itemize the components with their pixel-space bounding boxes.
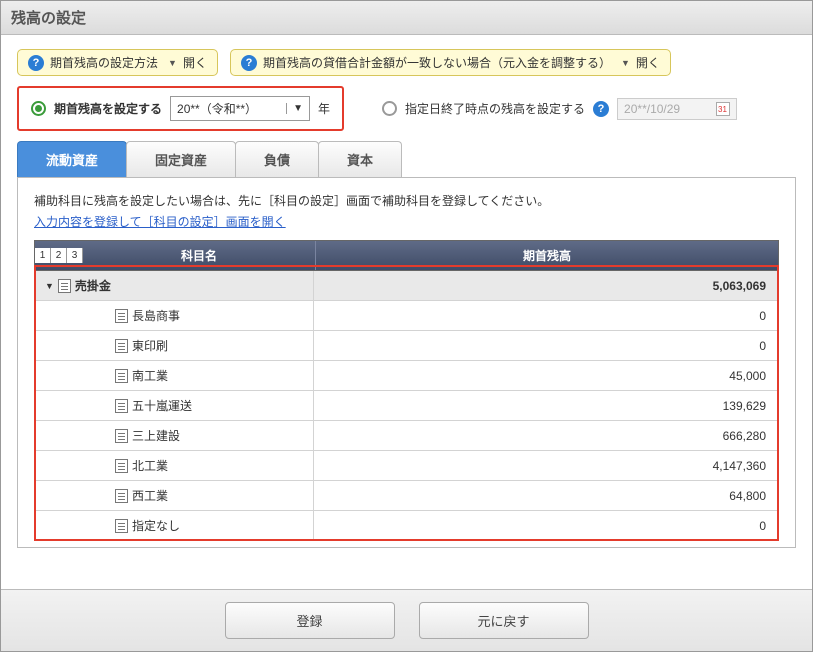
help-icon[interactable]: ? (593, 101, 609, 117)
account-icon (115, 459, 128, 473)
year-suffix: 年 (318, 100, 330, 117)
header-name: 科目名 (83, 241, 315, 270)
row-name: 売掛金 (75, 277, 111, 294)
row-name: 指定なし (132, 517, 180, 534)
option-label: 期首残高を設定する (54, 100, 162, 117)
row-value[interactable]: 139,629 (314, 393, 778, 419)
account-icon (115, 339, 128, 353)
row-name: 三上建設 (132, 427, 180, 444)
table-row[interactable]: 三上建設 666,280 (35, 421, 778, 451)
option-opening-balance[interactable]: 期首残高を設定する 20**（令和**） ▼ 年 (17, 86, 344, 131)
tab-liabilities[interactable]: 負債 (235, 141, 319, 177)
chevron-down-icon: ▼ (168, 58, 177, 68)
table-row[interactable]: 北工業 4,147,360 (35, 451, 778, 481)
table-row[interactable]: 東印刷 0 (35, 331, 778, 361)
tab-current-assets[interactable]: 流動資産 (17, 141, 127, 177)
radio-checked-icon[interactable] (31, 101, 46, 116)
help-pill-setup[interactable]: ? 期首残高の設定方法 ▼ 開く (17, 49, 218, 76)
save-button[interactable]: 登録 (225, 602, 395, 639)
account-icon (115, 399, 128, 413)
row-name: 南工業 (132, 367, 168, 384)
level-1[interactable]: 1 (35, 248, 51, 263)
chevron-down-icon: ▼ (621, 58, 630, 68)
account-icon (115, 309, 128, 323)
calendar-icon (716, 102, 730, 116)
footer: 登録 元に戻す (1, 589, 812, 651)
option-specified-date[interactable]: 指定日終了時点の残高を設定する ? 20**/10/29 (370, 90, 749, 128)
table-row[interactable]: 長島商事 0 (35, 301, 778, 331)
row-value[interactable]: 4,147,360 (314, 453, 778, 479)
radio-unchecked-icon[interactable] (382, 101, 397, 116)
table-row[interactable]: 指定なし 0 (35, 511, 778, 540)
table-row[interactable]: 五十嵐運送 139,629 (35, 391, 778, 421)
row-value[interactable]: 45,000 (314, 363, 778, 389)
row-name: 長島商事 (132, 307, 180, 324)
help-open-label: 開く (183, 54, 207, 71)
account-icon (115, 519, 128, 533)
tab-fixed-assets[interactable]: 固定資産 (126, 141, 236, 177)
level-buttons[interactable]: 1 2 3 (35, 248, 83, 263)
date-field-disabled: 20**/10/29 (617, 98, 737, 120)
help-pill-label: 期首残高の貸借合計金額が一致しない場合（元入金を調整する） (263, 54, 611, 71)
row-value[interactable]: 666,280 (314, 423, 778, 449)
table-row[interactable]: 南工業 45,000 (35, 361, 778, 391)
level-3[interactable]: 3 (67, 248, 83, 263)
tab-capital[interactable]: 資本 (318, 141, 402, 177)
table-row[interactable]: ▼ 売掛金 5,063,069 (35, 271, 778, 301)
row-value[interactable]: 0 (314, 333, 778, 359)
year-value: 20**（令和**） (177, 100, 257, 117)
row-value[interactable]: 5,063,069 (314, 273, 778, 299)
grid: 1 2 3 科目名 期首残高 ▼売掛金5,063,069長島商事0東印刷0南工業… (34, 240, 779, 541)
panel-note: 補助科目に残高を設定したい場合は、先に［科目の設定］画面で補助科目を登録してくだ… (34, 192, 779, 209)
options-row: 期首残高を設定する 20**（令和**） ▼ 年 指定日終了時点の残高を設定する… (17, 86, 796, 131)
level-2[interactable]: 2 (51, 248, 67, 263)
table-row[interactable]: 西工業 64,800 (35, 481, 778, 511)
help-pill-label: 期首残高の設定方法 (50, 54, 158, 71)
account-icon (58, 279, 71, 293)
chevron-down-icon: ▼ (286, 103, 303, 114)
revert-button[interactable]: 元に戻す (419, 602, 589, 639)
page-title: 残高の設定 (1, 1, 812, 35)
tabs: 流動資産 固定資産 負債 資本 (17, 141, 796, 177)
row-name: 東印刷 (132, 337, 168, 354)
grid-header: 1 2 3 科目名 期首残高 (34, 240, 779, 271)
row-value[interactable]: 0 (314, 513, 778, 539)
help-pill-mismatch[interactable]: ? 期首残高の貸借合計金額が一致しない場合（元入金を調整する） ▼ 開く (230, 49, 671, 76)
link-open-account-settings[interactable]: 入力内容を登録して［科目の設定］画面を開く (34, 213, 286, 230)
date-value: 20**/10/29 (624, 102, 680, 116)
panel: 補助科目に残高を設定したい場合は、先に［科目の設定］画面で補助科目を登録してくだ… (17, 177, 796, 548)
option-label: 指定日終了時点の残高を設定する (405, 100, 585, 117)
help-row: ? 期首残高の設定方法 ▼ 開く ? 期首残高の貸借合計金額が一致しない場合（元… (1, 35, 812, 86)
row-value[interactable]: 0 (314, 303, 778, 329)
account-icon (115, 429, 128, 443)
row-name: 北工業 (132, 457, 168, 474)
disclosure-icon[interactable]: ▼ (45, 281, 54, 291)
help-open-label: 開く (636, 54, 660, 71)
row-name: 西工業 (132, 487, 168, 504)
row-value[interactable]: 64,800 (314, 483, 778, 509)
year-select[interactable]: 20**（令和**） ▼ (170, 96, 310, 121)
header-balance: 期首残高 (315, 241, 778, 270)
row-name: 五十嵐運送 (132, 397, 192, 414)
grid-body: ▼ 売掛金 5,063,069 長島商事 0 東印刷 0 南工業 45,000 五十嵐運送 139,… (34, 271, 779, 541)
account-icon (115, 369, 128, 383)
account-icon (115, 489, 128, 503)
question-icon: ? (241, 55, 257, 71)
question-icon: ? (28, 55, 44, 71)
